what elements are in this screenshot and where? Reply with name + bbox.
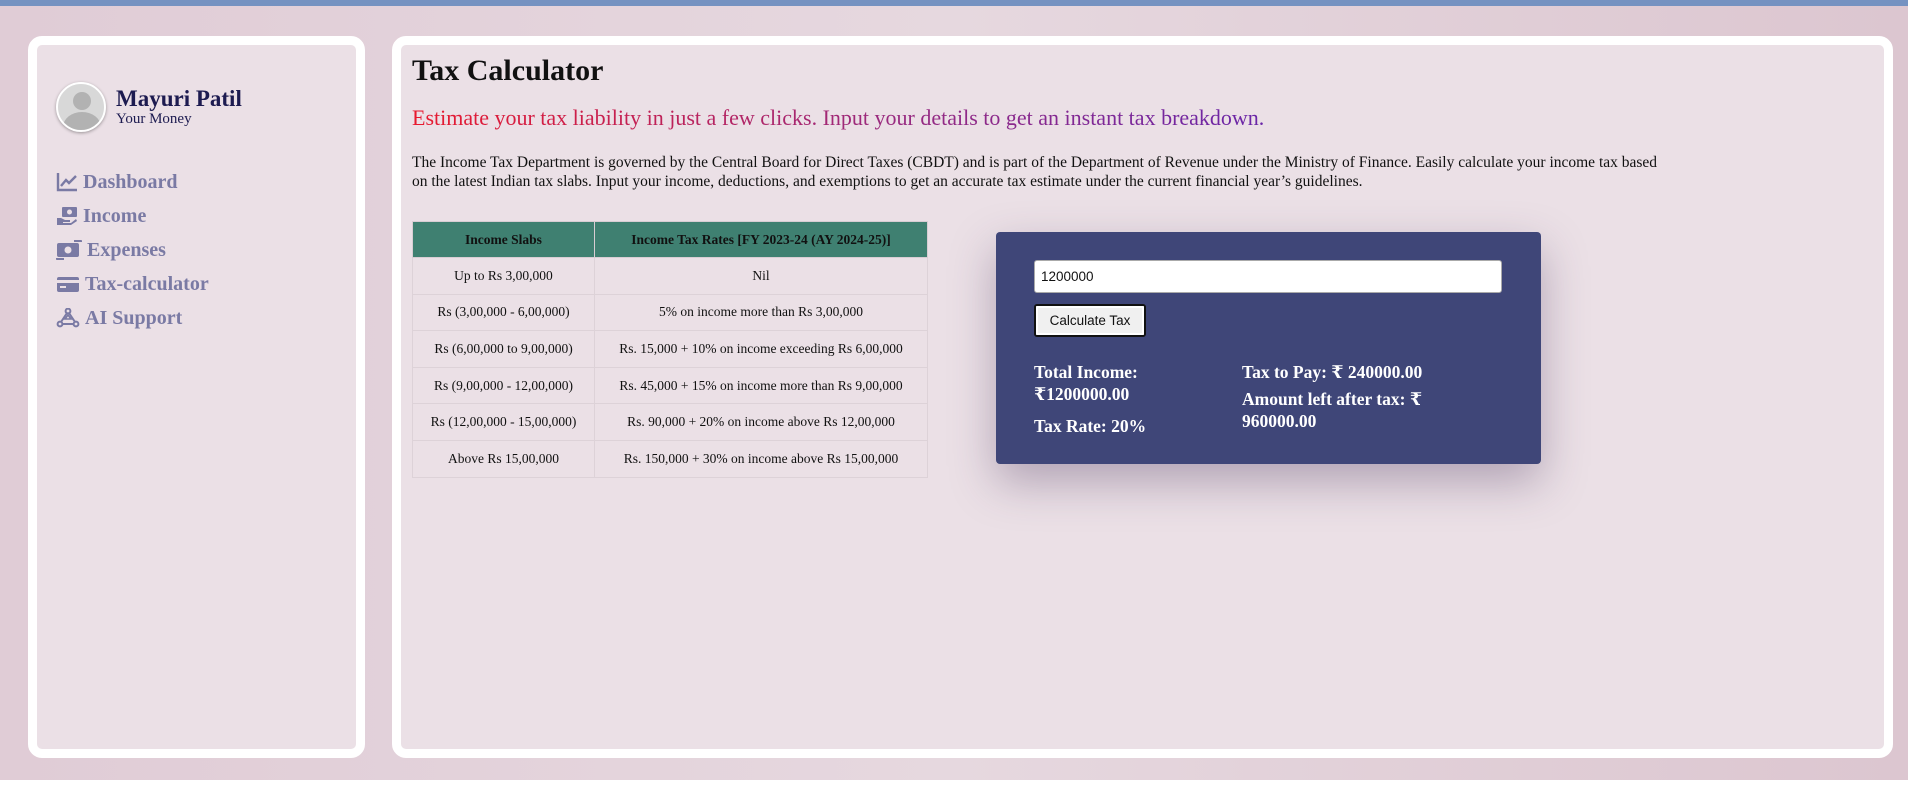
table-cell-rate: Nil bbox=[594, 257, 928, 295]
sidebar-item-dashboard[interactable]: Dashboard bbox=[56, 165, 209, 199]
table-cell-rate: Rs. 45,000 + 15% on income more than Rs … bbox=[594, 366, 928, 405]
table-header-row: Income Slabs Income Tax Rates [FY 2023-2… bbox=[412, 221, 928, 258]
table-row: Rs (9,00,000 - 12,00,000) Rs. 45,000 + 1… bbox=[412, 366, 928, 405]
ai-network-icon bbox=[56, 308, 80, 328]
table-cell-slab: Above Rs 15,00,000 bbox=[412, 439, 595, 478]
sidebar-item-label: Expenses bbox=[87, 238, 166, 261]
table-cell-slab: Rs (12,00,000 - 15,00,000) bbox=[412, 403, 595, 441]
user-avatar-icon bbox=[56, 82, 106, 132]
tax-to-pay-result: Tax to Pay: ₹ 240000.00 bbox=[1242, 362, 1423, 382]
credit-card-icon bbox=[57, 277, 79, 292]
table-cell-rate: Rs. 90,000 + 20% on income above Rs 12,0… bbox=[594, 403, 928, 441]
amount-left-result: Amount left after tax: ₹ 960000.00 bbox=[1242, 389, 1422, 431]
total-income-result: Total Income: ₹1200000.00 bbox=[1034, 362, 1138, 404]
table-cell-slab: Up to Rs 3,00,000 bbox=[412, 257, 595, 295]
table-row: Rs (12,00,000 - 15,00,000) Rs. 90,000 + … bbox=[412, 403, 928, 441]
main-panel: Tax Calculator Estimate your tax liabili… bbox=[392, 36, 1893, 758]
sidebar-nav: Dashboard Income Expenses Tax-calculator… bbox=[56, 165, 209, 335]
profile-name: Mayuri Patil bbox=[116, 85, 242, 111]
sidebar: Mayuri Patil Your Money Dashboard Income bbox=[28, 36, 365, 758]
sidebar-item-income[interactable]: Income bbox=[56, 199, 209, 233]
sidebar-item-label: Tax-calculator bbox=[85, 272, 209, 295]
table-row: Up to Rs 3,00,000 Nil bbox=[412, 257, 928, 295]
profile: Mayuri Patil Your Money bbox=[56, 82, 242, 132]
income-input[interactable] bbox=[1034, 260, 1502, 293]
tax-calculator-card: Calculate Tax Total Income: ₹1200000.00 … bbox=[996, 232, 1541, 464]
line-chart-icon bbox=[56, 173, 77, 192]
profile-text: Mayuri Patil Your Money bbox=[116, 85, 242, 128]
tax-rate-result: Tax Rate: 20% bbox=[1034, 416, 1147, 436]
table-cell-slab: Rs (6,00,000 to 9,00,000) bbox=[412, 330, 595, 368]
sidebar-item-label: AI Support bbox=[85, 306, 183, 329]
sidebar-item-label: Dashboard bbox=[83, 170, 178, 193]
sidebar-item-ai-support[interactable]: AI Support bbox=[56, 301, 209, 335]
sidebar-item-expenses[interactable]: Expenses bbox=[56, 233, 209, 267]
table-row: Rs (3,00,000 - 6,00,000) 5% on income mo… bbox=[412, 293, 928, 332]
tax-slab-table: Income Slabs Income Tax Rates [FY 2023-2… bbox=[412, 221, 928, 478]
page-description: The Income Tax Department is governed by… bbox=[412, 154, 1658, 190]
page-title: Tax Calculator bbox=[412, 54, 604, 87]
table-cell-rate: Rs. 15,000 + 10% on income exceeding Rs … bbox=[594, 330, 928, 368]
page-tagline: Estimate your tax liability in just a fe… bbox=[412, 105, 1265, 130]
money-hand-icon bbox=[57, 207, 77, 225]
column-header-income-slabs: Income Slabs bbox=[412, 221, 595, 258]
table-cell-slab: Rs (3,00,000 - 6,00,000) bbox=[412, 293, 595, 332]
money-transfer-icon bbox=[56, 240, 82, 260]
table-cell-rate: 5% on income more than Rs 3,00,000 bbox=[594, 293, 928, 332]
table-cell-slab: Rs (9,00,000 - 12,00,000) bbox=[412, 366, 595, 405]
table-row: Rs (6,00,000 to 9,00,000) Rs. 15,000 + 1… bbox=[412, 330, 928, 368]
table-row: Above Rs 15,00,000 Rs. 150,000 + 30% on … bbox=[412, 439, 928, 478]
table-cell-rate: Rs. 150,000 + 30% on income above Rs 15,… bbox=[594, 439, 928, 478]
calculate-tax-button[interactable]: Calculate Tax bbox=[1034, 304, 1146, 337]
sidebar-item-tax-calculator[interactable]: Tax-calculator bbox=[56, 267, 209, 301]
profile-subtitle: Your Money bbox=[116, 110, 192, 127]
column-header-tax-rates: Income Tax Rates [FY 2023-24 (AY 2024-25… bbox=[594, 221, 928, 258]
sidebar-item-label: Income bbox=[83, 204, 147, 227]
